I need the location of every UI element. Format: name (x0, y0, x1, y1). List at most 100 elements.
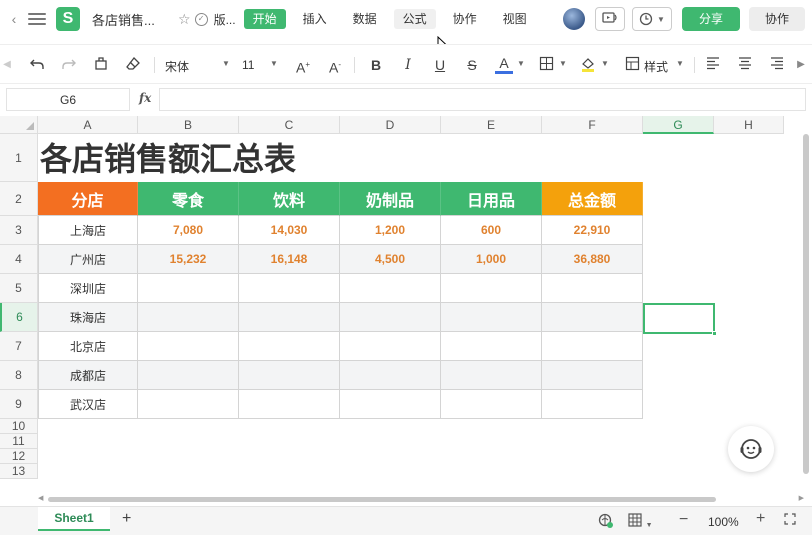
value-cell[interactable] (441, 303, 542, 332)
fullscreen-icon[interactable] (784, 513, 796, 528)
value-cell[interactable] (239, 274, 340, 303)
toolbar-scroll-right-icon[interactable]: ▶ (796, 56, 806, 74)
view-layout-chevron-icon[interactable]: ▼ (646, 522, 653, 529)
value-cell[interactable]: 7,080 (138, 216, 239, 245)
sheet-title[interactable]: 各店销售额汇总表 (40, 136, 296, 182)
cell-status-icon[interactable] (598, 513, 614, 532)
version-label[interactable]: 版... (214, 11, 236, 28)
share-button[interactable]: 分享 (682, 7, 740, 31)
font-name-chevron-icon[interactable]: ▼ (222, 59, 230, 68)
history-icon[interactable]: ▼ (632, 7, 672, 31)
value-cell[interactable]: 16,148 (239, 245, 340, 274)
fx-icon[interactable]: fx (139, 91, 151, 105)
value-cell[interactable] (340, 390, 441, 419)
value-cell[interactable]: 14,030 (239, 216, 340, 245)
italic-icon[interactable]: I (399, 56, 417, 74)
column-header-e[interactable]: E (441, 116, 542, 134)
store-name-cell[interactable]: 广州店 (38, 245, 138, 274)
border-icon[interactable] (537, 56, 555, 75)
align-left-icon[interactable] (704, 56, 722, 74)
align-center-icon[interactable] (736, 56, 754, 74)
value-cell[interactable] (138, 274, 239, 303)
value-cell[interactable]: 1,000 (441, 245, 542, 274)
select-all-corner[interactable] (0, 116, 38, 134)
value-cell[interactable]: 1,200 (340, 216, 441, 245)
font-size-select[interactable]: 11 (242, 58, 254, 72)
table-header-cell[interactable]: 奶制品 (340, 182, 441, 216)
value-cell[interactable] (239, 303, 340, 332)
star-icon[interactable]: ☆ (178, 11, 191, 28)
check-icon[interactable]: ✓ (194, 12, 208, 26)
column-header-d[interactable]: D (340, 116, 441, 134)
vertical-scrollbar[interactable] (803, 134, 809, 474)
sheet-tab[interactable]: Sheet1 (38, 507, 110, 531)
zoom-level[interactable]: 100% (708, 515, 739, 529)
row-header-11[interactable]: 11 (0, 434, 38, 449)
name-box[interactable]: G6 (6, 88, 130, 111)
tab-data[interactable]: 数据 (344, 9, 386, 29)
assistant-icon[interactable] (728, 426, 774, 472)
store-name-cell[interactable]: 北京店 (38, 332, 138, 361)
store-name-cell[interactable]: 成都店 (38, 361, 138, 390)
store-name-cell[interactable]: 上海店 (38, 216, 138, 245)
back-icon[interactable]: ‹ (6, 11, 22, 27)
value-cell[interactable] (138, 361, 239, 390)
row-header-3[interactable]: 3 (0, 216, 38, 245)
column-header-g[interactable]: G (643, 116, 714, 134)
align-right-icon[interactable] (768, 56, 786, 74)
fill-color-chevron-icon[interactable]: ▼ (601, 59, 609, 68)
value-cell[interactable]: 15,232 (138, 245, 239, 274)
column-header-h[interactable]: H (714, 116, 784, 134)
value-cell[interactable]: 22,910 (542, 216, 643, 245)
row-header-13[interactable]: 13 (0, 464, 38, 479)
font-name-select[interactable]: 宋体 (165, 58, 189, 75)
row-header-7[interactable]: 7 (0, 332, 38, 361)
font-size-chevron-icon[interactable]: ▼ (270, 59, 278, 68)
value-cell[interactable] (239, 390, 340, 419)
tab-collaborate[interactable]: 协作 (444, 9, 486, 29)
table-style-icon[interactable] (623, 56, 641, 75)
undo-icon[interactable] (28, 56, 46, 76)
horizontal-scrollbar[interactable]: ◀ ▶ (38, 494, 804, 504)
store-name-cell[interactable]: 武汉店 (38, 390, 138, 419)
strikethrough-icon[interactable]: S (463, 56, 481, 74)
border-chevron-icon[interactable]: ▼ (559, 59, 567, 68)
scroll-left-icon[interactable]: ◀ (38, 494, 43, 502)
table-header-cell[interactable]: 总金额 (542, 182, 643, 216)
value-cell[interactable]: 600 (441, 216, 542, 245)
collaborate-button[interactable]: 协作 (749, 7, 805, 31)
zoom-in-button[interactable]: + (756, 510, 765, 528)
style-button[interactable]: 样式 (644, 58, 668, 75)
value-cell[interactable] (542, 361, 643, 390)
row-header-10[interactable]: 10 (0, 419, 38, 434)
column-header-c[interactable]: C (239, 116, 340, 134)
value-cell[interactable] (138, 332, 239, 361)
tab-formula[interactable]: 公式 (393, 9, 436, 29)
row-header-6[interactable]: 6 (0, 303, 38, 332)
value-cell[interactable] (239, 361, 340, 390)
row-header-1[interactable]: 1 (0, 134, 38, 182)
value-cell[interactable] (542, 332, 643, 361)
presenter-icon[interactable] (595, 7, 625, 31)
column-header-b[interactable]: B (138, 116, 239, 134)
value-cell[interactable]: 4,500 (340, 245, 441, 274)
spreadsheet-grid[interactable]: 各店销售额汇总表 A B C D E F G H 1 2 3 4 5 6 7 8 9 10 11 12 13 分店 零食 饮料… (0, 116, 812, 492)
value-cell[interactable] (340, 332, 441, 361)
tab-insert[interactable]: 插入 (294, 9, 336, 29)
fill-color-icon[interactable] (579, 56, 597, 76)
row-header-9[interactable]: 9 (0, 390, 38, 419)
table-header-cell[interactable]: 零食 (138, 182, 239, 216)
table-header-cell[interactable]: 日用品 (441, 182, 542, 216)
zoom-out-button[interactable]: − (679, 511, 688, 529)
value-cell[interactable] (441, 390, 542, 419)
table-header-cell[interactable]: 分店 (38, 182, 138, 216)
bold-icon[interactable]: B (367, 56, 385, 74)
toolbar-scroll-left-icon[interactable]: ◀ (2, 56, 12, 74)
tab-start[interactable]: 开始 (243, 9, 286, 29)
store-name-cell[interactable]: 深圳店 (38, 274, 138, 303)
style-chevron-icon[interactable]: ▼ (676, 59, 684, 68)
eraser-icon[interactable] (124, 56, 142, 76)
row-header-4[interactable]: 4 (0, 245, 38, 274)
increase-font-icon[interactable]: A+ (294, 56, 312, 77)
value-cell[interactable] (138, 303, 239, 332)
